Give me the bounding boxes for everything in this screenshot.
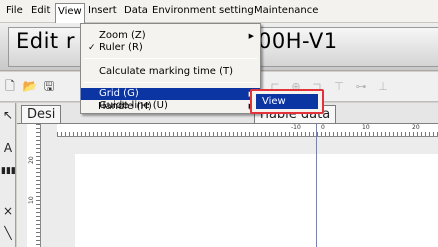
menu-data[interactable]: Data [122, 4, 150, 20]
ruler-label: -10 [291, 124, 301, 131]
menu-bar: File Edit View Insert Data Environment s… [0, 0, 438, 23]
align-top-icon[interactable]: ⊤ [332, 78, 346, 95]
open-folder-icon[interactable]: 📂 [22, 78, 38, 95]
vertical-ruler: 20 10 [27, 124, 41, 247]
menu-separator [84, 82, 257, 83]
menu-item-label: Calculate marking time (T) [99, 66, 233, 77]
check-icon: ✓ [88, 43, 96, 53]
grid-submenu-callout: View [250, 89, 324, 114]
horizontal-ruler: -10 0 10 20 [57, 124, 438, 137]
menu-file[interactable]: File [4, 4, 25, 20]
menu-item-handle[interactable]: Handle (H) ▶ [80, 101, 261, 113]
pointer-tool-icon[interactable]: ↖ [1, 107, 15, 123]
menu-maintenance[interactable]: Maintenance [252, 4, 320, 20]
menu-item-zoom[interactable]: Zoom (Z) ▶ [81, 30, 260, 42]
text-tool-icon[interactable]: A [1, 140, 15, 156]
line-tool-icon[interactable]: ╲ [1, 225, 15, 241]
ruler-label: 10 [362, 124, 370, 131]
menu-item-ruler[interactable]: ✓ Ruler (R) [81, 42, 260, 54]
window-title-left: Edit r [16, 29, 75, 53]
submenu-arrow-icon: ▶ [248, 32, 254, 40]
ruler-label: 20 [412, 124, 420, 131]
submenu-item-view[interactable]: View [256, 94, 318, 109]
tool-palette: ↖ A ▮▮▮ × ╲ [0, 103, 16, 247]
guide-line[interactable] [316, 123, 317, 247]
menu-item-label: Zoom (Z) [99, 30, 146, 41]
menu-view[interactable]: View [55, 3, 85, 23]
menu-item-calculate-marking-time[interactable]: Calculate marking time (T) [81, 66, 260, 78]
ruler-label: 0 [321, 124, 325, 131]
ruler-label: 10 [28, 196, 35, 204]
save-icon[interactable]: 🖫 [42, 78, 56, 95]
menu-item-label: Grid (G) [99, 88, 139, 99]
editor-area: -10 0 10 20 20 10 [17, 123, 438, 247]
design-canvas[interactable] [75, 154, 438, 247]
window-title-right: 00H-V1 [258, 29, 338, 53]
align-bottom-icon[interactable]: ⊥ [376, 78, 390, 95]
menu-environment-setting[interactable]: Environment setting [150, 4, 256, 20]
menu-item-label: Handle (H) [98, 101, 152, 112]
menu-item-grid[interactable]: Grid (G) ▶ [81, 88, 260, 100]
menu-item-label: Ruler (R) [99, 42, 143, 53]
menu-edit[interactable]: Edit [29, 4, 52, 20]
ruler-label: 20 [28, 156, 35, 164]
align-middle-icon[interactable]: ⊶ [354, 78, 368, 95]
menu-separator [84, 58, 257, 59]
barcode-tool-icon[interactable]: ▮▮▮ [1, 163, 16, 179]
tab-design[interactable]: Desi [21, 105, 62, 124]
menu-insert[interactable]: Insert [86, 4, 119, 20]
new-file-icon[interactable]: 🗋 [3, 78, 17, 95]
close-shape-tool-icon[interactable]: × [1, 203, 15, 219]
